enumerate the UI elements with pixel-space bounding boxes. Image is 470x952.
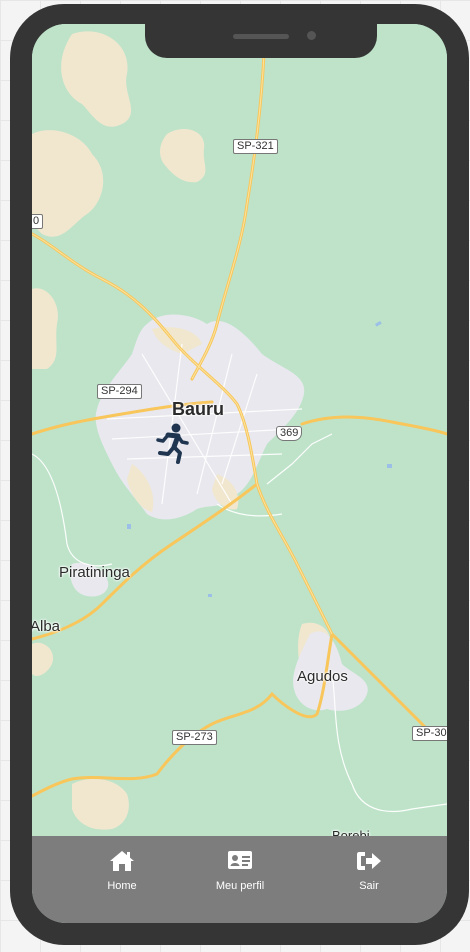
home-icon [67,850,177,874]
road-shield-sp294: SP-294 [97,384,142,399]
nav-profile-button[interactable]: Meu perfil [185,850,295,892]
road-shield-sp273: SP-273 [172,730,217,745]
road-shield-cut: 0 [32,214,44,229]
running-person-icon[interactable] [154,422,190,466]
phone-frame: SP-321 0 SP-294 369 SP-273 SP-30 Bauru P… [10,4,469,945]
nav-logout-button[interactable]: Sair [314,850,424,892]
road-shield-sp30: SP-30 [412,726,447,741]
sign-out-icon [314,850,424,874]
city-label-piratininga: Piratininga [59,564,130,581]
city-label-alba: Alba [32,618,61,635]
map-view[interactable]: SP-321 0 SP-294 369 SP-273 SP-30 Bauru P… [32,24,447,843]
city-label-agudos: Agudos [297,668,348,685]
road-shield-sp321: SP-321 [233,139,278,154]
nav-profile-label: Meu perfil [215,880,265,892]
speaker-grille [233,34,289,39]
front-camera [307,31,316,40]
nav-home-button[interactable]: Home [67,850,177,892]
phone-notch [145,24,377,58]
nav-logout-label: Sair [359,880,379,892]
road-shield-369: 369 [276,426,303,441]
id-card-icon [185,850,295,874]
nav-home-label: Home [107,880,137,892]
bottom-navigation-bar: Home Meu perfil Sair [32,836,447,923]
app-screen: SP-321 0 SP-294 369 SP-273 SP-30 Bauru P… [32,24,447,923]
city-label-bauru: Bauru [172,399,225,419]
